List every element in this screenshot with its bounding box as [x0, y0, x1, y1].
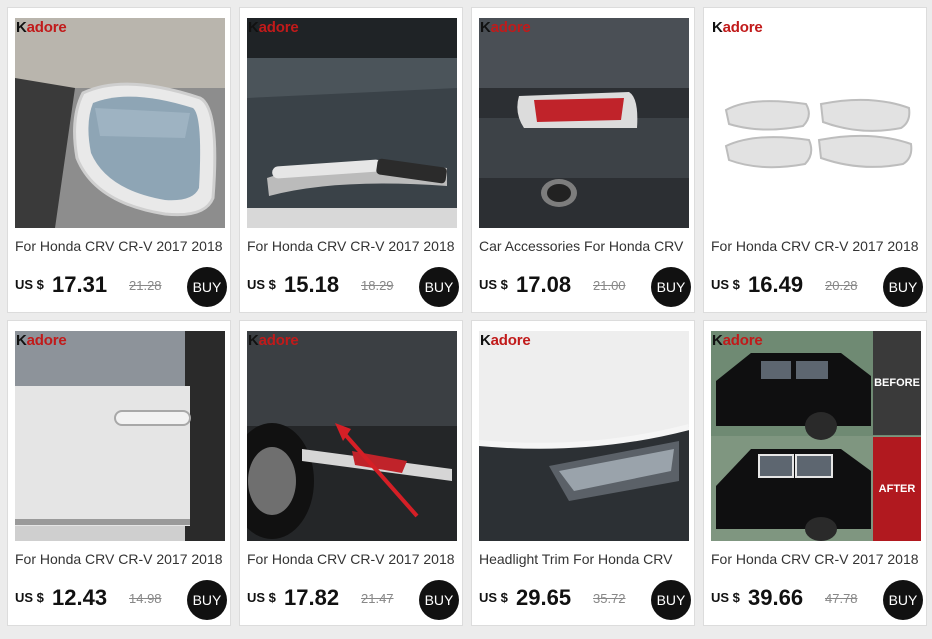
product-image[interactable]: Kadore [479, 331, 689, 541]
product-image[interactable]: Kadore [15, 331, 225, 541]
product-image[interactable]: Kadore [711, 18, 921, 228]
buy-button[interactable]: BUY [419, 267, 459, 307]
product-grid: Kadore For Honda CRV CR-V 2017 2018 US $… [7, 7, 927, 626]
currency-label: US $ [711, 277, 740, 292]
product-card[interactable]: BEFORE AFTER Kadore For Honda CRV CR-V 2… [703, 320, 927, 626]
rear-wiper-image [247, 18, 457, 228]
buy-button[interactable]: BUY [651, 580, 691, 620]
original-price: 35.72 [593, 591, 626, 606]
brand-logo: Kadore [480, 332, 531, 349]
product-card[interactable]: Kadore Headlight Trim For Honda CRV US $… [471, 320, 695, 626]
currency-label: US $ [479, 277, 508, 292]
original-price: 21.00 [593, 278, 626, 293]
original-price: 18.29 [361, 278, 394, 293]
brand-logo: Kadore [712, 332, 763, 349]
product-price: 15.18 [284, 272, 340, 297]
product-title[interactable]: For Honda CRV CR-V 2017 2018 [711, 238, 925, 254]
price-row: US $ 17.82 21.47 BUY [247, 579, 459, 620]
product-image[interactable]: Kadore [479, 18, 689, 228]
after-label: AFTER [873, 437, 921, 541]
buy-button[interactable]: BUY [187, 267, 227, 307]
currency-label: US $ [711, 590, 740, 605]
door-bowl-covers-image [711, 18, 921, 228]
buy-button[interactable]: BUY [187, 580, 227, 620]
brand-logo: Kadore [16, 332, 67, 349]
original-price: 20.28 [825, 278, 858, 293]
original-price: 47.78 [825, 591, 858, 606]
currency-label: US $ [15, 277, 44, 292]
product-title[interactable]: For Honda CRV CR-V 2017 2018 [247, 551, 461, 567]
product-image[interactable]: Kadore [247, 18, 457, 228]
price-row: US $ 15.18 18.29 BUY [247, 266, 459, 307]
currency-label: US $ [247, 277, 276, 292]
currency-label: US $ [479, 590, 508, 605]
product-card[interactable]: Kadore For Honda CRV CR-V 2017 2018 US $… [239, 7, 463, 313]
buy-button[interactable]: BUY [883, 267, 923, 307]
brand-logo: Kadore [16, 19, 67, 36]
product-price: 12.43 [52, 585, 108, 610]
original-price: 14.98 [129, 591, 162, 606]
product-price: 16.49 [748, 272, 804, 297]
brand-logo: Kadore [480, 19, 531, 36]
product-title[interactable]: For Honda CRV CR-V 2017 2018 [15, 551, 229, 567]
buy-button[interactable]: BUY [883, 580, 923, 620]
product-card[interactable]: Kadore For Honda CRV CR-V 2017 2018 US $… [7, 7, 231, 313]
price-row: US $ 12.43 14.98 BUY [15, 579, 227, 620]
rear-bumper-trim-image [247, 331, 457, 541]
product-title[interactable]: For Honda CRV CR-V 2017 2018 [711, 551, 925, 567]
price-row: US $ 29.65 35.72 BUY [479, 579, 691, 620]
original-price: 21.28 [129, 278, 162, 293]
product-card[interactable]: Kadore Car Accessories For Honda CRV US … [471, 7, 695, 313]
product-card[interactable]: Kadore For Honda CRV CR-V 2017 2018 US $… [7, 320, 231, 626]
brand-logo: Kadore [712, 19, 763, 36]
brand-logo: Kadore [248, 332, 299, 349]
rear-fog-lamp-image [479, 18, 689, 228]
buy-button[interactable]: BUY [419, 580, 459, 620]
product-card[interactable]: Kadore For Honda CRV CR-V 2017 2018 US $… [239, 320, 463, 626]
currency-label: US $ [247, 590, 276, 605]
currency-label: US $ [15, 590, 44, 605]
brand-logo: Kadore [248, 19, 299, 36]
before-label: BEFORE [873, 331, 921, 435]
product-title[interactable]: For Honda CRV CR-V 2017 2018 [15, 238, 229, 254]
price-row: US $ 16.49 20.28 BUY [711, 266, 923, 307]
product-price: 17.08 [516, 272, 572, 297]
product-image[interactable]: BEFORE AFTER Kadore [711, 331, 921, 541]
price-row: US $ 17.31 21.28 BUY [15, 266, 227, 307]
product-card[interactable]: Kadore For Honda CRV CR-V 2017 2018 US $… [703, 7, 927, 313]
product-title[interactable]: For Honda CRV CR-V 2017 2018 [247, 238, 461, 254]
door-handle-cover-image [15, 331, 225, 541]
product-price: 29.65 [516, 585, 572, 610]
headlight-trim-image [479, 331, 689, 541]
product-title[interactable]: Headlight Trim For Honda CRV [479, 551, 693, 567]
buy-button[interactable]: BUY [651, 267, 691, 307]
price-row: US $ 17.08 21.00 BUY [479, 266, 691, 307]
product-title[interactable]: Car Accessories For Honda CRV [479, 238, 693, 254]
price-row: US $ 39.66 47.78 BUY [711, 579, 923, 620]
mirror-cover-image [15, 18, 225, 228]
product-image[interactable]: Kadore [247, 331, 457, 541]
product-image[interactable]: Kadore [15, 18, 225, 228]
product-price: 39.66 [748, 585, 804, 610]
product-price: 17.82 [284, 585, 340, 610]
product-price: 17.31 [52, 272, 108, 297]
original-price: 21.47 [361, 591, 394, 606]
